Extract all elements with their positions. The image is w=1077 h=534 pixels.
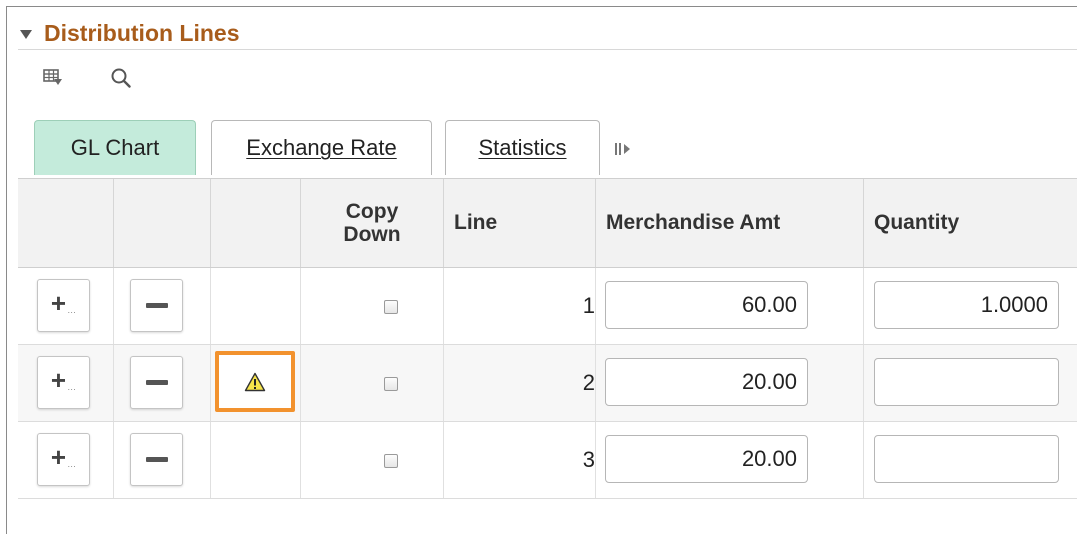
- merchandise-amt-input[interactable]: [605, 435, 808, 483]
- warning-indicator[interactable]: [215, 351, 295, 412]
- quantity-input[interactable]: [874, 281, 1059, 329]
- quantity-input[interactable]: [874, 358, 1059, 406]
- table-row: +… 3: [18, 422, 1077, 499]
- section-header[interactable]: Distribution Lines: [20, 18, 240, 48]
- copy-down-checkbox[interactable]: [384, 377, 398, 391]
- tab-statistics-label: Statistics: [478, 135, 567, 160]
- minus-icon: [145, 380, 168, 385]
- tab-exchange-rate[interactable]: Exchange Rate: [211, 120, 432, 175]
- copy-down-checkbox[interactable]: [384, 300, 398, 314]
- ellipsis-icon: …: [67, 304, 77, 315]
- delete-row-button[interactable]: [130, 356, 183, 409]
- add-row-button[interactable]: +…: [37, 356, 90, 409]
- quantity-input[interactable]: [874, 435, 1059, 483]
- minus-icon: [145, 303, 168, 308]
- merchandise-amt-input[interactable]: [605, 358, 808, 406]
- tab-statistics[interactable]: Statistics: [445, 120, 600, 175]
- tab-gl-chart-label: GL Chart: [70, 135, 160, 160]
- distribution-lines-grid: Copy Down Line Merchandise Amt Quantity …: [18, 178, 1077, 500]
- tab-exchange-rate-label: Exchange Rate: [246, 135, 397, 160]
- ellipsis-icon: …: [67, 458, 77, 469]
- header-status-column: [211, 179, 301, 267]
- table-row: +… 1: [18, 268, 1077, 345]
- table-row: +… 2: [18, 345, 1077, 422]
- add-row-button[interactable]: +…: [37, 433, 90, 486]
- merchandise-amt-input[interactable]: [605, 281, 808, 329]
- warning-icon: [244, 372, 266, 391]
- line-number: 1: [582, 293, 595, 318]
- minus-icon: [145, 457, 168, 462]
- line-number: 2: [582, 370, 595, 395]
- header-line[interactable]: Line: [444, 179, 596, 267]
- header-copy-down[interactable]: Copy Down: [301, 179, 444, 267]
- table-header-row: Copy Down Line Merchandise Amt Quantity: [18, 178, 1077, 268]
- tab-gl-chart[interactable]: GL Chart: [34, 120, 196, 175]
- ellipsis-icon: …: [67, 381, 77, 392]
- header-delete-column: [114, 179, 211, 267]
- header-quantity[interactable]: Quantity: [864, 179, 1077, 267]
- header-divider: [18, 49, 1077, 50]
- copy-down-checkbox[interactable]: [384, 454, 398, 468]
- plus-icon: +: [50, 364, 67, 395]
- delete-row-button[interactable]: [130, 279, 183, 332]
- show-all-columns-icon[interactable]: [614, 141, 638, 157]
- collapse-arrow-icon[interactable]: [20, 29, 32, 39]
- search-icon[interactable]: [110, 67, 132, 89]
- section-title: Distribution Lines: [44, 19, 240, 46]
- header-merchandise-amt[interactable]: Merchandise Amt: [596, 179, 864, 267]
- add-row-button[interactable]: +…: [37, 279, 90, 332]
- plus-icon: +: [50, 287, 67, 318]
- grid-personalize-icon[interactable]: [42, 67, 64, 89]
- plus-icon: +: [50, 441, 67, 472]
- delete-row-button[interactable]: [130, 433, 183, 486]
- header-add-column: [18, 179, 114, 267]
- line-number: 3: [582, 447, 595, 472]
